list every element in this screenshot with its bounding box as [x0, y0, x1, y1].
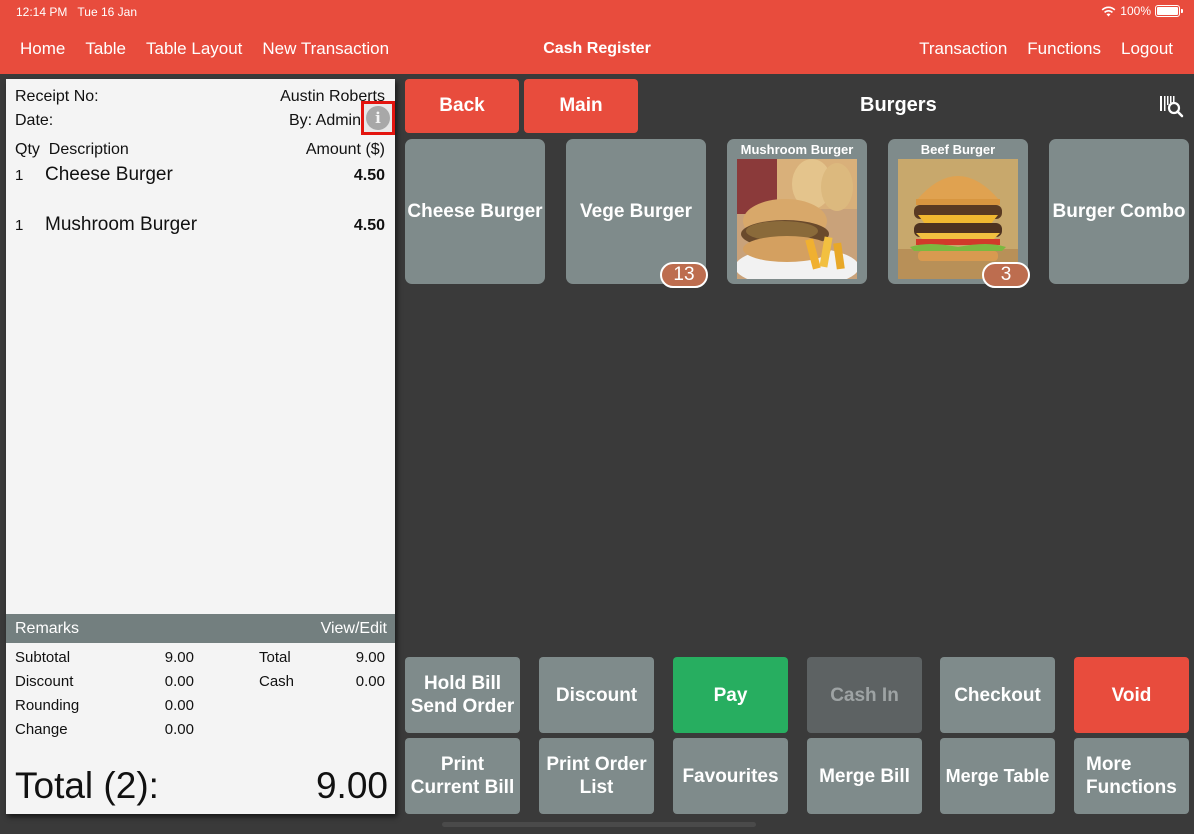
- discount-value: 0.00: [164, 673, 194, 690]
- discount-button[interactable]: Discount: [539, 657, 654, 733]
- wifi-icon: [1101, 6, 1116, 16]
- item-description: Mushroom Burger: [45, 214, 198, 235]
- checkout-button[interactable]: Checkout: [940, 657, 1055, 733]
- receipt-item[interactable]: 1 Mushroom Burger 4.50: [15, 214, 385, 236]
- change-value: 0.00: [164, 721, 194, 738]
- grand-total: Total (2): 9.00: [15, 765, 388, 807]
- top-bar: 12:14 PM Tue 16 Jan 100% Home Table Tabl…: [0, 0, 1194, 74]
- tile-label: Mushroom Burger: [740, 142, 854, 157]
- receipt-panel: Receipt No: Austin Roberts Date: By: Adm…: [6, 79, 395, 814]
- nav-functions[interactable]: Functions: [1027, 39, 1101, 59]
- product-tile-burger-combo[interactable]: Burger Combo: [1049, 139, 1189, 284]
- tile-label: Cheese Burger: [407, 200, 543, 222]
- col-description: Description: [48, 141, 129, 158]
- mushroom-burger-image: [737, 159, 857, 279]
- item-amount: 4.50: [353, 217, 385, 234]
- tile-label: Burger Combo: [1052, 200, 1186, 222]
- total-label: Total: [259, 649, 291, 666]
- nav-table-layout[interactable]: Table Layout: [146, 39, 242, 59]
- item-qty: 1: [15, 217, 24, 234]
- total-value: 9.00: [355, 649, 385, 666]
- cash-label: Cash: [259, 673, 295, 690]
- receipt-no-label: Receipt No:: [15, 88, 99, 105]
- merge-bill-button[interactable]: Merge Bill: [807, 738, 922, 814]
- receipt-item[interactable]: 1 Cheese Burger 4.50: [15, 164, 385, 186]
- discount-label: Discount: [15, 673, 74, 690]
- cash-value: 0.00: [355, 673, 385, 690]
- favourites-button[interactable]: Favourites: [673, 738, 788, 814]
- remarks-view-edit[interactable]: View/Edit: [321, 620, 387, 638]
- stock-badge: 3: [982, 262, 1030, 288]
- subtotal-value: 9.00: [164, 649, 194, 666]
- print-current-bill-button[interactable]: Print Current Bill: [405, 738, 520, 814]
- more-functions-button[interactable]: More Functions: [1074, 738, 1189, 814]
- col-amount: Amount ($): [305, 141, 385, 158]
- receipt-header-row2: Date: By: Admin: [15, 112, 361, 130]
- item-amount: 4.50: [353, 167, 385, 184]
- item-qty: 1: [15, 167, 24, 184]
- pay-button[interactable]: Pay: [673, 657, 788, 733]
- nav-home[interactable]: Home: [20, 39, 65, 59]
- item-description: Cheese Burger: [45, 164, 173, 185]
- product-tile-vege-burger[interactable]: Vege Burger 13: [566, 139, 708, 288]
- rounding-label: Rounding: [15, 697, 80, 714]
- battery-icon: [1155, 5, 1183, 17]
- merge-table-button[interactable]: Merge Table: [940, 738, 1055, 814]
- info-button[interactable]: i: [361, 101, 395, 135]
- date-label: Date:: [15, 112, 54, 129]
- product-tile-mushroom-burger[interactable]: Mushroom Burger: [727, 139, 867, 284]
- print-order-list-button[interactable]: Print Order List: [539, 738, 654, 814]
- nav-left: Home Table Table Layout New Transaction: [20, 39, 389, 59]
- beef-burger-image: [898, 159, 1018, 279]
- hold-bill-send-order-button[interactable]: Hold Bill Send Order: [405, 657, 520, 733]
- nav-transaction[interactable]: Transaction: [919, 39, 1007, 59]
- battery-percent: 100%: [1120, 4, 1151, 18]
- stock-badge: 13: [660, 262, 708, 288]
- grand-total-value: 9.00: [315, 765, 388, 806]
- barcode-search-icon[interactable]: [1159, 93, 1185, 119]
- product-tile-cheese-burger[interactable]: Cheese Burger: [405, 139, 545, 284]
- main-button[interactable]: Main: [524, 79, 638, 133]
- served-by: By: Admin: [288, 112, 361, 129]
- receipt-columns: Qty Description Amount ($): [15, 141, 385, 159]
- rounding-value: 0.00: [164, 697, 194, 714]
- tile-label: Beef Burger: [920, 142, 996, 157]
- summary: Subtotal 9.00 Total 9.00 Discount 0.00 C…: [15, 649, 385, 745]
- back-button[interactable]: Back: [405, 79, 519, 133]
- subtotal-label: Subtotal: [15, 649, 71, 666]
- nav-logout[interactable]: Logout: [1121, 39, 1173, 59]
- horizontal-scrollbar[interactable]: [442, 822, 756, 827]
- grand-total-label: Total (2):: [15, 765, 159, 806]
- change-label: Change: [15, 721, 68, 738]
- product-tile-beef-burger[interactable]: Beef Burger 3: [888, 139, 1030, 288]
- category-title: Burgers: [860, 94, 937, 116]
- nav-table[interactable]: Table: [85, 39, 126, 59]
- remarks-label: Remarks: [15, 619, 80, 637]
- col-qty: Qty: [15, 141, 40, 158]
- receipt-header-row1: Receipt No: Austin Roberts: [15, 88, 385, 106]
- void-button[interactable]: Void: [1074, 657, 1189, 733]
- remarks-bar[interactable]: Remarks View/Edit: [6, 614, 395, 643]
- nav-new-transaction[interactable]: New Transaction: [262, 39, 389, 59]
- tile-label: Vege Burger: [580, 200, 692, 222]
- cash-in-button[interactable]: Cash In: [807, 657, 922, 733]
- info-icon: i: [366, 106, 390, 130]
- status-indicators: 100%: [1101, 4, 1183, 18]
- nav-right: Transaction Functions Logout: [919, 39, 1173, 59]
- status-time: 12:14 PM Tue 16 Jan: [16, 5, 137, 19]
